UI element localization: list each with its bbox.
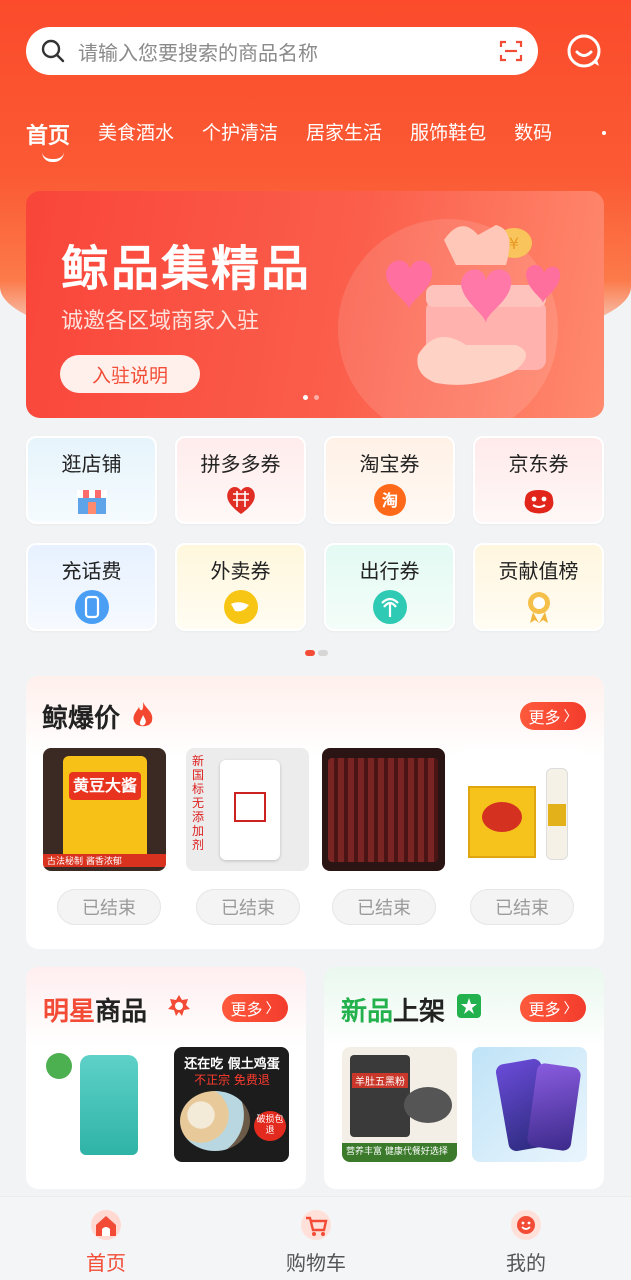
taobao-icon: 淘	[373, 484, 406, 516]
active-tab-indicator	[42, 152, 64, 162]
shortcut-label: 淘宝券	[359, 452, 420, 476]
medal-icon	[527, 592, 550, 623]
deal-product-image-4[interactable]	[460, 748, 583, 871]
star-product-image-1[interactable]	[44, 1047, 159, 1162]
star-products-panel: 明星商品 更多〉 还在吃 假土鸡蛋 不正宗 免费退 破损包退	[26, 967, 306, 1189]
tab-overflow-dot	[602, 131, 606, 135]
shortcut-contribution-rank[interactable]: 贡献值榜	[473, 543, 604, 631]
nav-home-label: 首页	[86, 1251, 126, 1275]
tab-apparel[interactable]: 服饰鞋包	[410, 118, 486, 145]
deal-status-ended-1: 已结束	[57, 889, 161, 925]
nav-profile[interactable]: 我的	[456, 1197, 596, 1280]
banner-pager	[303, 395, 319, 400]
tab-home[interactable]: 首页	[26, 118, 70, 162]
phone-icon	[74, 590, 109, 624]
new-star-icon	[457, 994, 481, 1018]
shortcut-taobao[interactable]: 淘宝券 淘	[324, 436, 455, 524]
star-products-title: 明星商品	[43, 997, 148, 1027]
deal-status-ended-3: 已结束	[332, 889, 436, 925]
deal-product-image-1[interactable]: 黄豆大酱 古法秘制 酱香浓郁	[43, 748, 166, 871]
deal-product-image-2[interactable]: 新国标 无添加剂	[186, 748, 309, 871]
search-icon	[41, 39, 65, 63]
star-badge-icon	[168, 995, 190, 1016]
bottom-navigation: 首页 购物车 我的	[0, 1196, 631, 1280]
shortcut-jd[interactable]: 京东券	[473, 436, 604, 524]
shortcut-pinduoduo[interactable]: 拼多多券	[175, 436, 306, 524]
hot-deals-more-button[interactable]: 更多〉	[520, 702, 586, 730]
cart-icon	[301, 1210, 331, 1240]
nav-profile-label: 我的	[506, 1251, 546, 1275]
search-placeholder: 请输入您要搜索的商品名称	[78, 40, 318, 65]
shortcut-takeout[interactable]: 外卖券	[175, 543, 306, 631]
pinduoduo-icon	[226, 487, 255, 514]
new-products-more-button[interactable]: 更多〉	[520, 994, 586, 1022]
scan-icon[interactable]	[498, 38, 524, 64]
shop-icon	[76, 490, 107, 514]
shortcut-phone-recharge[interactable]: 充话费	[26, 543, 157, 631]
home-icon	[91, 1210, 121, 1240]
profile-icon	[511, 1210, 541, 1240]
deal-product-image-3[interactable]	[322, 748, 445, 871]
promo-banner[interactable]: 鲸品集精品 诚邀各区域商家入驻 入驻说明 ¥	[26, 191, 604, 418]
takeout-icon	[223, 590, 258, 624]
deal-status-ended-2: 已结束	[196, 889, 300, 925]
shortcut-label: 充话费	[61, 559, 122, 583]
shortcut-label: 出行券	[359, 559, 420, 583]
star-product-image-2[interactable]: 还在吃 假土鸡蛋 不正宗 免费退 破损包退	[174, 1047, 289, 1162]
nav-cart[interactable]: 购物车	[246, 1197, 386, 1280]
tab-digital[interactable]: 数码	[514, 118, 552, 145]
shortcut-label: 逛店铺	[61, 452, 122, 476]
shortcut-label: 拼多多券	[200, 452, 281, 476]
tab-home-living[interactable]: 居家生活	[306, 118, 382, 145]
fire-icon	[133, 702, 153, 727]
customer-service-icon[interactable]	[566, 33, 602, 69]
nav-home[interactable]: 首页	[36, 1197, 176, 1280]
shortcut-label: 贡献值榜	[498, 559, 579, 583]
hot-deals-title: 鲸爆价	[42, 704, 121, 734]
gift-box-illustration: ¥	[386, 225, 561, 385]
new-product-image-2[interactable]	[472, 1047, 587, 1162]
join-guide-button[interactable]: 入驻说明	[60, 355, 200, 393]
jd-icon	[524, 490, 553, 514]
svg-text:淘: 淘	[381, 491, 397, 510]
new-products-title: 新品上架	[341, 997, 446, 1027]
new-products-panel: 新品上架 更多〉 羊肚五黑粉 营养丰富 健康代餐好选择	[324, 967, 604, 1189]
shortcut-label: 京东券	[508, 452, 569, 476]
hot-deals-panel: 鲸爆价 更多〉 黄豆大酱 古法秘制 酱香浓郁 新国标 无添加剂 已结束 已结束 …	[26, 676, 604, 949]
banner-subtitle: 诚邀各区域商家入驻	[61, 309, 260, 334]
tab-personal-care[interactable]: 个护清洁	[202, 118, 278, 145]
star-products-more-button[interactable]: 更多〉	[222, 994, 288, 1022]
banner-title: 鲸品集精品	[61, 241, 312, 297]
new-product-image-1[interactable]: 羊肚五黑粉 营养丰富 健康代餐好选择	[342, 1047, 457, 1162]
shortcut-shop[interactable]: 逛店铺	[26, 436, 157, 524]
shortcut-pager	[305, 650, 328, 656]
search-bar[interactable]: 请输入您要搜索的商品名称	[26, 27, 538, 75]
shortcut-label: 外卖券	[210, 559, 271, 583]
svg-text:¥: ¥	[509, 234, 519, 253]
category-tabs: 首页 美食酒水 个护清洁 居家生活 服饰鞋包 数码	[26, 118, 616, 168]
travel-icon	[372, 590, 407, 624]
shortcut-travel[interactable]: 出行券	[324, 543, 455, 631]
deal-status-ended-4: 已结束	[470, 889, 574, 925]
nav-cart-label: 购物车	[286, 1251, 346, 1275]
tab-food-drinks[interactable]: 美食酒水	[98, 118, 174, 145]
